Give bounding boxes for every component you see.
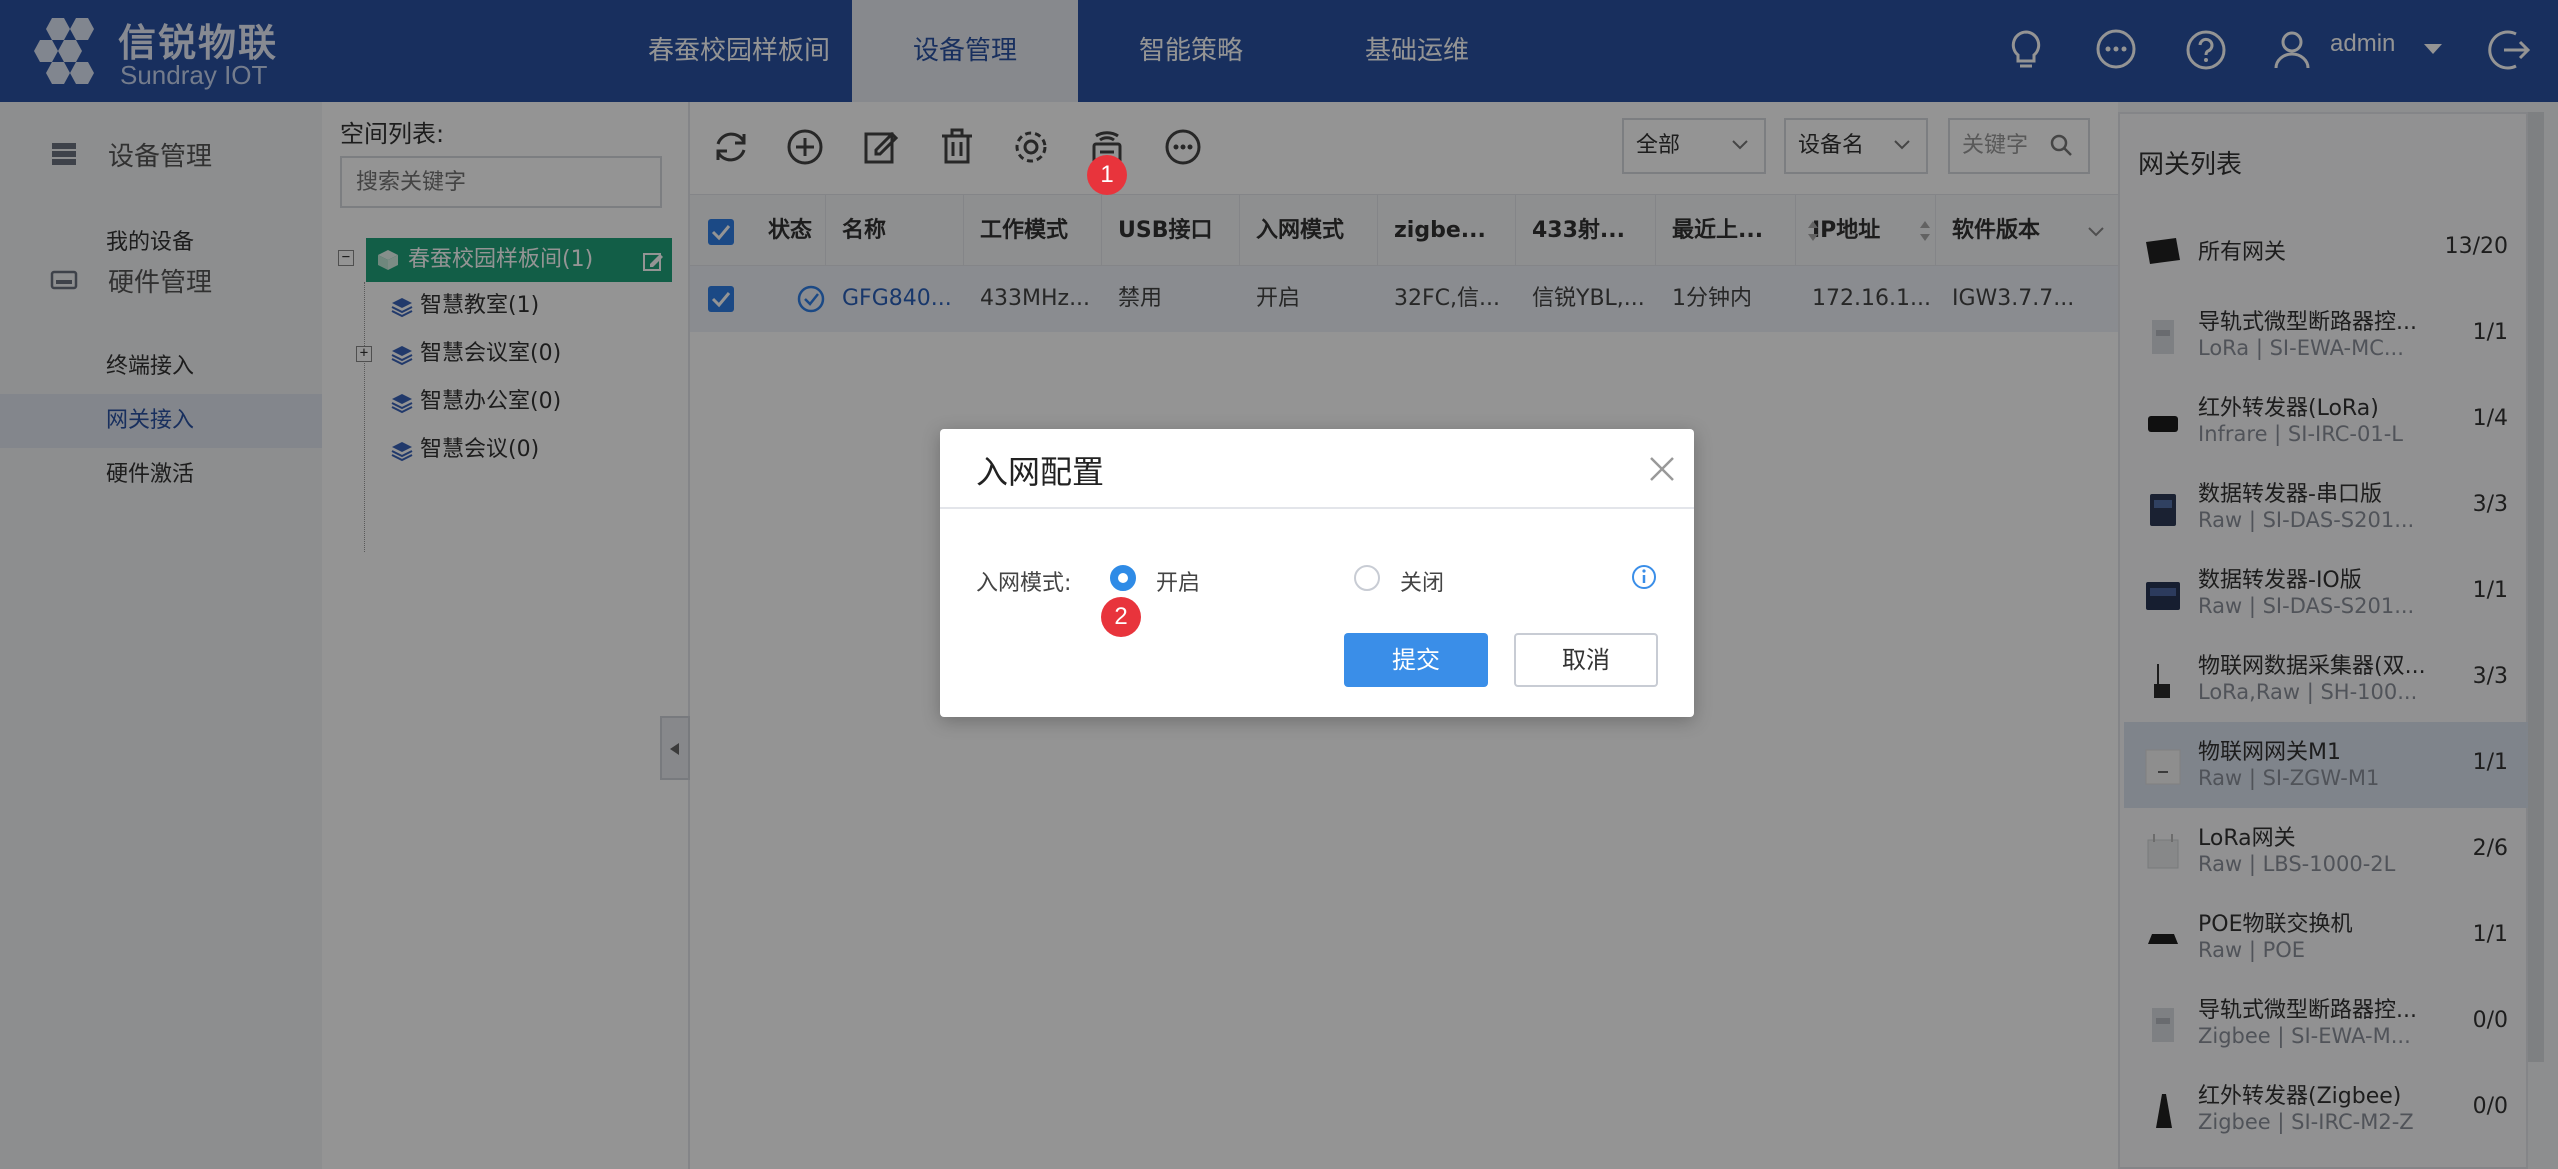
step-marker-2: 2 (1101, 597, 1141, 637)
close-icon[interactable] (1646, 453, 1678, 485)
network-mode-label: 入网模式: (976, 571, 1072, 596)
step-marker-1: 1 (1087, 155, 1127, 195)
radio-enable-label[interactable]: 开启 (1156, 565, 1200, 597)
radio-disable[interactable] (1354, 565, 1380, 591)
submit-button[interactable]: 提交 (1344, 633, 1488, 687)
cancel-button[interactable]: 取消 (1514, 633, 1658, 687)
dialog-title: 入网配置 (976, 453, 1105, 491)
dialog-divider (940, 507, 1694, 509)
info-icon[interactable] (1630, 563, 1658, 591)
radio-disable-label[interactable]: 关闭 (1400, 565, 1444, 597)
network-config-dialog: 入网配置 入网模式: 开启 关闭 提交 取消 (940, 429, 1694, 717)
radio-enable[interactable] (1110, 565, 1136, 591)
